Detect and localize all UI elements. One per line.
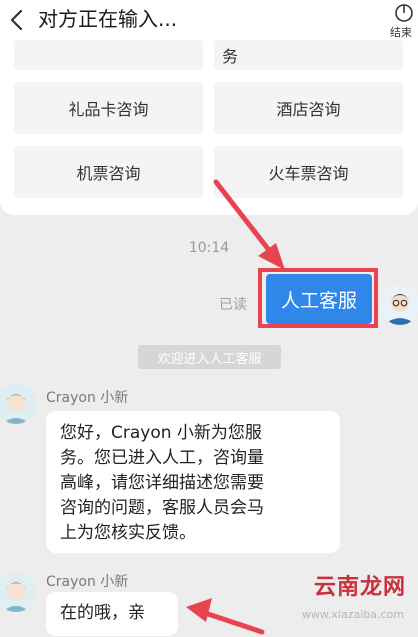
menu-tile-label: 礼品卡咨询 bbox=[68, 100, 149, 119]
end-chat-label: 结束 bbox=[390, 26, 412, 39]
agent-avatar-icon bbox=[0, 384, 36, 424]
watermark-url: www.xiazaiba.com bbox=[301, 608, 404, 621]
user-avatar[interactable] bbox=[380, 285, 418, 325]
system-notice: 欢迎进入人工客服 bbox=[138, 345, 281, 369]
menu-tile-label: 酒店咨询 bbox=[276, 100, 341, 119]
sent-message-text: 人工客服 bbox=[280, 289, 357, 312]
message-line: 您好，Crayon 小新为您服 bbox=[60, 423, 262, 443]
read-status: 已读 bbox=[219, 297, 247, 313]
message-line: 务。您已进入人工，咨询量 bbox=[60, 448, 264, 468]
end-chat-icon bbox=[395, 4, 413, 22]
received-message-bubble: 在的哦，亲 bbox=[46, 592, 178, 636]
page-title: 对方正在输入... bbox=[38, 7, 178, 31]
end-chat-button[interactable]: 结束 bbox=[388, 2, 418, 40]
chat-header: 对方正在输入... 结束 bbox=[0, 0, 418, 40]
menu-tile-partial-right[interactable]: 务 bbox=[214, 40, 403, 70]
message-timestamp: 10:14 bbox=[188, 240, 230, 256]
message-line: 在的哦，亲 bbox=[60, 603, 145, 623]
received-message-bubble: 您好，Crayon 小新为您服 务。您已进入人工，咨询量 高峰，请您详细描述您需… bbox=[46, 411, 340, 553]
menu-tile-label: 务 bbox=[222, 47, 239, 66]
message-line: 高峰，请您详细描述您需要 bbox=[60, 473, 264, 493]
menu-tile-label: 机票咨询 bbox=[76, 164, 141, 183]
agent-avatar[interactable] bbox=[0, 384, 36, 424]
menu-tile-gift-card[interactable]: 礼品卡咨询 bbox=[14, 82, 203, 134]
quick-menu: 务 礼品卡咨询 酒店咨询 机票咨询 火车票咨询 bbox=[0, 40, 418, 215]
sent-message-bubble[interactable]: 人工客服 bbox=[266, 274, 372, 324]
chevron-left-icon bbox=[10, 9, 23, 31]
menu-tile-flight[interactable]: 机票咨询 bbox=[14, 146, 203, 198]
user-avatar-icon bbox=[380, 285, 418, 325]
menu-tile-label: 火车票咨询 bbox=[268, 164, 349, 183]
sender-name: Crayon 小新 bbox=[46, 574, 129, 590]
menu-tile-partial-left[interactable] bbox=[14, 40, 203, 70]
message-line: 上为您核实反馈。 bbox=[60, 523, 196, 543]
watermark-logo: 云南龙网 bbox=[313, 575, 406, 600]
menu-tile-hotel[interactable]: 酒店咨询 bbox=[214, 82, 403, 134]
agent-avatar[interactable] bbox=[0, 572, 36, 612]
sender-name: Crayon 小新 bbox=[46, 390, 129, 406]
agent-avatar-icon bbox=[0, 572, 36, 612]
menu-tile-train[interactable]: 火车票咨询 bbox=[214, 146, 403, 198]
message-line: 咨询的问题，客服人员会马 bbox=[60, 498, 264, 518]
back-button[interactable] bbox=[6, 6, 30, 34]
